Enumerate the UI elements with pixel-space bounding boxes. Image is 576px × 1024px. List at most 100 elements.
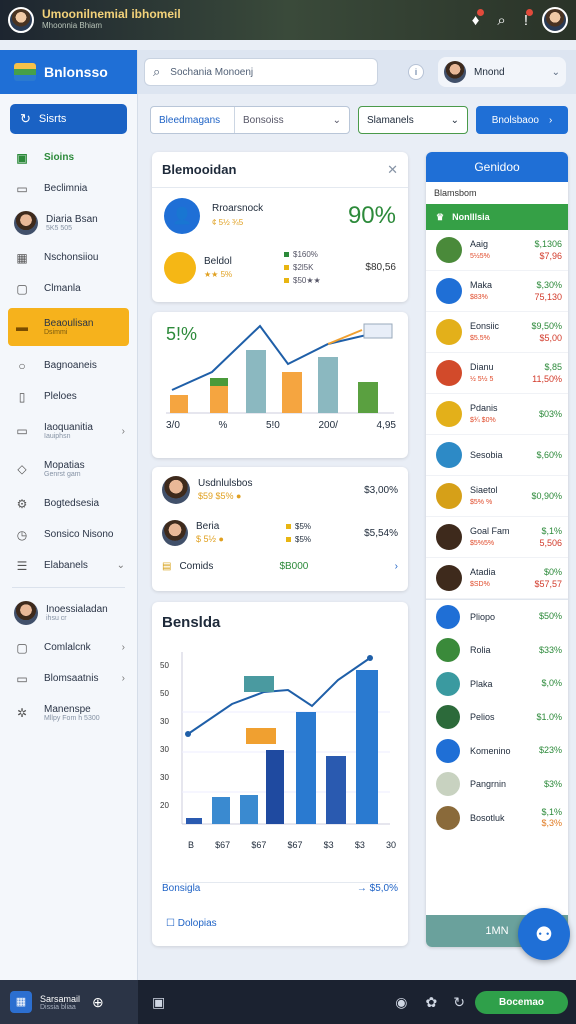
details-link[interactable]: ☐ Dolopias — [166, 918, 217, 929]
bar — [326, 756, 346, 824]
sidebar-item-17[interactable]: ✲ Manenspe Mllpy Fom h 5300 — [0, 694, 137, 732]
panel-row[interactable]: Aaig 5½5% $,1306 $7,96 — [426, 230, 568, 271]
row-label: Comids — [179, 560, 214, 572]
brand[interactable]: Bnlonsso — [0, 50, 137, 94]
sidebar-item-2[interactable]: ▭ Beclimnia — [0, 173, 137, 204]
search-input[interactable]: ⌕ Sochania Monoenj — [144, 58, 378, 86]
sidebar-item-label: Blomsaatnis — [44, 673, 99, 684]
section-label: Nonlllsia — [452, 212, 490, 222]
brand-label: Bnlonsso — [44, 64, 108, 80]
refresh-icon[interactable]: ↻ — [453, 994, 465, 1011]
coins-icon: ▤ — [162, 560, 172, 572]
sidebar-item-7[interactable]: ○ Bagnoaneis — [0, 350, 137, 381]
window-icon[interactable]: ▣ — [152, 994, 165, 1011]
panel-row[interactable]: Eonsiic $5.5% $9,50% $5,00 — [426, 312, 568, 353]
panel-row[interactable]: Dianu ½ 5½ 5 $,85 11,50% — [426, 353, 568, 394]
row-values: $,30% 75,130 — [534, 279, 562, 303]
refresh-icon: ↻ — [20, 111, 31, 126]
people-row[interactable]: ▤ Comids $B000 › — [152, 553, 408, 579]
alert-icon[interactable]: ! — [524, 8, 533, 29]
row-value: $B000 — [279, 560, 309, 572]
sidebar-item-14[interactable]: Inoessialadan ihsu cr — [0, 594, 137, 632]
sidebar-item-8[interactable]: ▯ Pleloes — [0, 381, 137, 412]
panel-section-header[interactable]: ♛ Nonlllsia — [426, 204, 568, 230]
row-value: $80,56 — [365, 262, 396, 273]
panel-row[interactable]: Pdanis $¾ $0% $03% — [426, 394, 568, 435]
user-avatar[interactable] — [542, 7, 568, 33]
people-row[interactable]: Beria $ 5½ ● $5% $5% $5,54% — [152, 513, 408, 553]
assistant-fab-button[interactable]: ⚉ — [518, 908, 570, 960]
sidebar-item-10[interactable]: ◇ Mopatias Genrst gam — [0, 450, 137, 488]
sidebar-item-sub: Mllpy Fom h 5300 — [44, 715, 100, 722]
row-name: Atadia — [470, 566, 496, 577]
sidebar-item-3[interactable]: Diaria Bsan 5K5 505 — [0, 204, 137, 242]
bar — [318, 357, 338, 413]
sidebar-item-start[interactable]: ↻ Sisrts — [10, 104, 127, 134]
row-sub: $83% — [470, 293, 488, 301]
calendar-icon: ▦ — [16, 250, 28, 265]
panel-row[interactable]: Goal Fam $5%5% $,1% 5,506 — [426, 517, 568, 558]
benefits-chart — [181, 652, 390, 825]
panel-row[interactable]: Bosotluk $,1% $,3% — [426, 801, 568, 835]
card-footer[interactable]: Bonsigla → $5,0% — [162, 882, 398, 894]
clock-icon: ◷ — [16, 527, 28, 542]
sidebar-item-11[interactable]: ⚙ Bogtedsesia — [0, 488, 137, 519]
segment-b-label: Bonsoiss — [243, 114, 284, 126]
sidebar-item-1[interactable]: ▣ Sioins — [0, 142, 137, 173]
summary-row[interactable]: 👤 Rroarsnock ¢ 5½ ¾5 90% — [152, 188, 408, 244]
panel-row[interactable]: Pliopo $50% — [426, 600, 568, 634]
bar — [240, 795, 258, 824]
bottom-profile[interactable]: ▦ Sarsamail Dissia bliaa ⊕ — [0, 980, 138, 1024]
segment-b[interactable]: Bonsoiss ⌄ — [235, 107, 349, 133]
panel-row[interactable]: Rolia $33% — [426, 634, 568, 668]
sidebar-item-selected[interactable]: ▬ Beaoulisan Dsimmi — [8, 308, 129, 346]
chevron-right-icon: › — [121, 425, 125, 437]
divider — [12, 587, 125, 588]
panel-row[interactable]: Komenino $23% — [426, 734, 568, 768]
benefits-chart-card: Benslda 50 50 30 30 30 20 B $67 $67 $67 $3 $3 30 Bo… — [152, 602, 408, 946]
item-icon — [436, 805, 460, 830]
sidebar-item-9[interactable]: ▭ Iaoquanitia Iauiphsn › — [0, 412, 137, 450]
panel-row[interactable]: Siaetol $5% % $0,90% — [426, 476, 568, 517]
user-menu[interactable]: Mnond ⌄ — [438, 57, 566, 87]
profile-avatar[interactable] — [8, 7, 34, 33]
row-sub: $5% % — [470, 498, 493, 506]
row-value: $,30% — [536, 280, 562, 290]
panel-row[interactable]: Sesobia $,60% — [426, 435, 568, 476]
trend-card: 5!% 3/0% 5!0 200/4,95 — [152, 312, 408, 458]
panel-row[interactable]: Plaka $,0% — [426, 667, 568, 701]
chevron-right-icon[interactable]: › — [395, 561, 398, 572]
tray-icon: ▭ — [16, 424, 28, 438]
sidebar-item-15[interactable]: ▢ Comlalcnk › — [0, 632, 137, 663]
sidebar-item-13[interactable]: ☰ Elabanels ⌄ — [0, 550, 137, 581]
item-icon — [436, 278, 462, 304]
row-value: $1.0% — [536, 711, 562, 722]
eye-icon[interactable]: ◉ — [395, 994, 407, 1011]
sidebar-item-12[interactable]: ◷ Sonsico Nisono — [0, 519, 137, 550]
settings-icon[interactable]: ✿ — [426, 994, 438, 1011]
panel-row[interactable]: Maka $83% $,30% 75,130 — [426, 271, 568, 312]
sidebar-item-5[interactable]: ▢ Clmanla — [0, 273, 137, 304]
row-text: Dianu ½ 5½ 5 — [470, 362, 532, 385]
notifications-icon[interactable]: ♦ — [472, 8, 485, 29]
sidebar: Bnlonsso ↻ Sisrts ▣ Sioins ▭ Beclimnia Diar… — [0, 50, 138, 980]
search-icon[interactable]: ⌕ — [497, 12, 505, 29]
row-label: Rroarsnock — [212, 203, 264, 214]
panel-row[interactable]: Pelios $1.0% — [426, 701, 568, 735]
summary-row-2[interactable]: Beldol ★★ 5% $160% $2l5K $50★★ $80,56 — [152, 244, 408, 291]
sidebar-item-16[interactable]: ▭ Blomsaatnis › — [0, 663, 137, 694]
confirm-button[interactable]: Bocemao — [474, 990, 568, 1014]
segment-a[interactable]: Bleedmagans — [151, 107, 235, 133]
sidebar-item-text: Beaoulisan Dsimmi — [44, 318, 93, 336]
panel-row[interactable]: Pangrnin $3% — [426, 768, 568, 802]
sidebar-item-4[interactable]: ▦ Nschonsiiou — [0, 242, 137, 273]
panel-row[interactable]: Atadia $SD% $0% $57,57 — [426, 558, 568, 599]
apply-button[interactable]: Bnolsbaoo › — [476, 106, 568, 134]
info-icon[interactable]: i — [408, 64, 424, 80]
add-icon[interactable]: ⊕ — [92, 994, 104, 1011]
row-value: $3% — [543, 778, 562, 789]
filter-select[interactable]: Slamanels ⌄ — [358, 106, 468, 134]
people-row[interactable]: Usdnlulsbos $59 $5% ● $3,00% — [152, 467, 408, 513]
close-icon[interactable]: ✕ — [387, 162, 398, 178]
checkbox-icon: ☐ — [166, 918, 178, 929]
